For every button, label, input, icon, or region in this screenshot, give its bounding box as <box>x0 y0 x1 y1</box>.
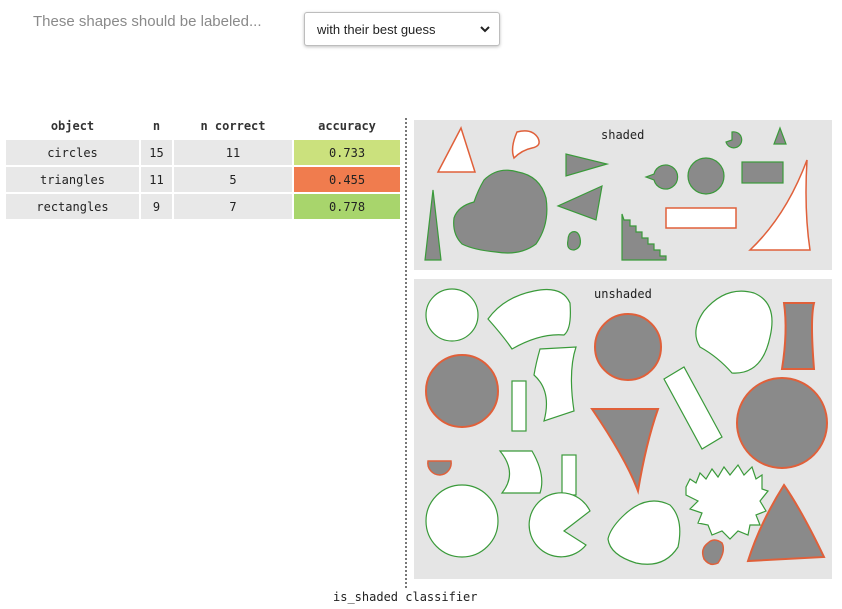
table-row: circles 15 11 0.733 <box>6 140 400 165</box>
shape-circle <box>425 354 499 428</box>
cell-object: triangles <box>6 167 139 192</box>
shape-rectangle <box>780 302 816 370</box>
shape-rectangle <box>665 207 737 229</box>
figure-caption: is_shaded classifier <box>333 590 478 604</box>
cell-accuracy: 0.455 <box>294 167 400 192</box>
accuracy-table: object n n correct accuracy circles 15 1… <box>4 112 402 221</box>
shape-circle <box>425 288 479 342</box>
shape-circle <box>725 131 743 149</box>
shape-triangle <box>773 126 787 145</box>
shape-circle <box>736 377 828 469</box>
cell-n-correct: 5 <box>174 167 292 192</box>
shape-circle <box>425 484 499 558</box>
cell-n: 15 <box>141 140 172 165</box>
shape-triangle <box>565 153 610 177</box>
shape-triangle <box>498 450 543 494</box>
shape-triangle <box>556 184 603 221</box>
header-accuracy: accuracy <box>318 119 376 133</box>
cell-n-correct: 7 <box>174 194 292 219</box>
shape-blob <box>607 500 681 565</box>
shaded-shapes <box>424 126 811 261</box>
cell-n-correct: 11 <box>174 140 292 165</box>
shape-rectangle <box>663 366 723 450</box>
table-header-row: object n n correct accuracy <box>6 114 400 138</box>
chevron-down-icon <box>480 26 490 33</box>
prompt-label: These shapes should be labeled... <box>33 13 262 30</box>
cell-n: 9 <box>141 194 172 219</box>
shape-rectangle <box>561 454 577 496</box>
shape-circle <box>528 492 591 558</box>
shaded-panel: shaded <box>414 120 832 270</box>
shape-circle <box>594 313 662 381</box>
shape-triangle <box>424 189 442 261</box>
shape-triangle <box>621 213 667 261</box>
shape-blob <box>567 231 581 251</box>
header-object: object <box>50 119 95 133</box>
cell-object: rectangles <box>6 194 139 219</box>
shape-blob <box>453 169 548 254</box>
shape-blob <box>701 539 725 566</box>
table-row: rectangles 9 7 0.778 <box>6 194 400 219</box>
shape-rectangle <box>533 346 577 422</box>
shape-triangle <box>590 408 660 495</box>
header-n-correct: n correct <box>200 119 266 133</box>
dropdown-selected-value: with their best guess <box>317 22 436 37</box>
unshaded-shapes <box>425 288 828 566</box>
shape-triangle <box>436 126 477 173</box>
table-row: triangles 11 5 0.455 <box>6 167 400 192</box>
shape-blob <box>685 463 770 540</box>
cell-accuracy: 0.733 <box>294 140 400 165</box>
shape-rectangle <box>741 161 784 184</box>
vertical-divider <box>405 118 407 588</box>
header-n: n <box>152 119 161 133</box>
shape-blob <box>695 290 773 374</box>
label-mode-dropdown[interactable]: with their best guess <box>304 12 500 46</box>
shape-blob <box>511 130 540 160</box>
shape-circle <box>427 460 452 476</box>
shape-blob <box>487 288 571 350</box>
cell-n: 11 <box>141 167 172 192</box>
shape-circle <box>687 157 725 195</box>
shape-circle <box>644 164 679 190</box>
cell-object: circles <box>6 140 139 165</box>
shape-rectangle <box>511 380 527 432</box>
unshaded-panel: unshaded <box>414 279 832 579</box>
cell-accuracy: 0.778 <box>294 194 400 219</box>
